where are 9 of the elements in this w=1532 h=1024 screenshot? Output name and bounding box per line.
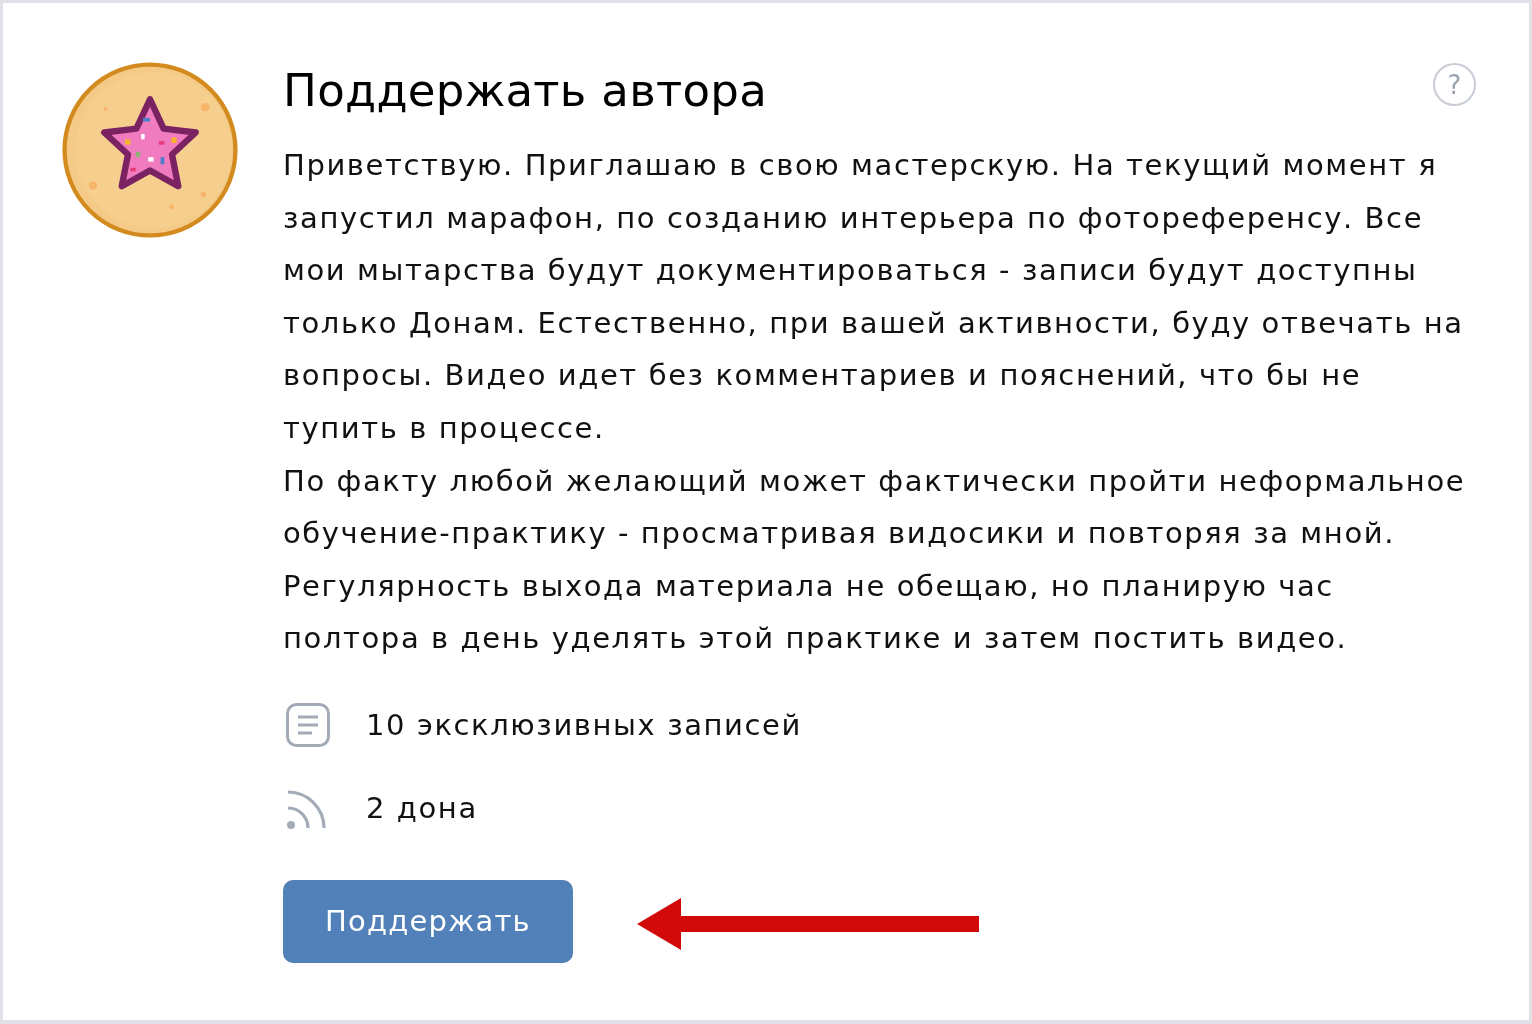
stat-text: 10 эксклюзивных записей xyxy=(366,707,802,742)
document-icon xyxy=(286,702,330,747)
description-paragraph: По факту любой желающий может фактически пройти неформальное обучение-практику - просматривая видосики и повторяя за мной. xyxy=(283,462,1467,553)
description-paragraph: Приветствую. Приглашаю в свою мастерскую. На текущий момент я запустил марафон, по созданию интерьера по фотореференсу. Все мои мытарства будут документироваться - записи будут доступны только Донам. Естественно, при вашей активности, буду отвечать на вопросы. Видео идет без комментариев и пояснений, что бы не тупить в процессе. xyxy=(283,147,1465,447)
card-title: Поддержать автора xyxy=(283,63,768,119)
support-button[interactable]: Поддержать xyxy=(283,879,573,963)
help-button[interactable]: ? xyxy=(1433,63,1476,106)
description-paragraph: Регулярность выхода материала не обещаю, но планирую час полтора в день уделять этой практике и затем постить видео. xyxy=(283,567,1349,658)
stat-text: 2 дона xyxy=(366,790,478,825)
